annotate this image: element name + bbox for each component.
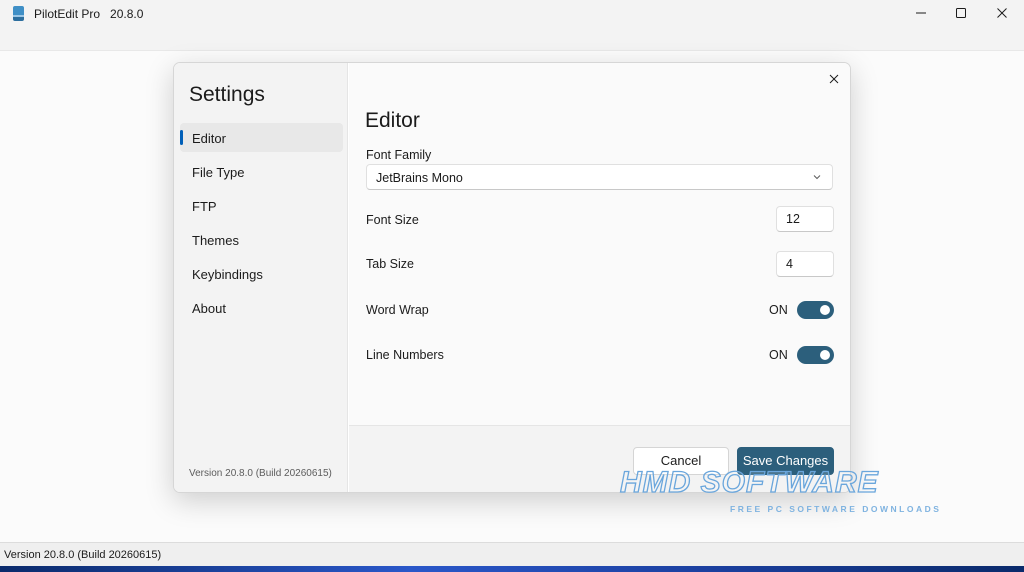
toggle-knob	[820, 305, 830, 315]
settings-content: Editor Font Family JetBrains Mono Font S…	[349, 63, 850, 425]
line-numbers-label: Line Numbers	[366, 348, 444, 362]
section-title: Editor	[365, 109, 420, 132]
app-book-icon	[13, 6, 24, 21]
font-size-input[interactable]	[776, 206, 834, 232]
nav-item-ftp[interactable]: FTP	[180, 191, 343, 220]
nav-item-about[interactable]: About	[180, 293, 343, 322]
nav-item-label: Themes	[192, 233, 239, 248]
title-bar: PilotEdit Pro 20.8.0	[0, 0, 1024, 50]
close-icon	[997, 8, 1007, 18]
settings-version-text: Version 20.8.0 (Build 20260615)	[189, 468, 332, 479]
desktop-wallpaper-strip	[0, 566, 1024, 572]
font-size-label: Font Size	[366, 213, 419, 227]
word-wrap-toggle[interactable]	[797, 301, 834, 319]
toggle-knob	[820, 350, 830, 360]
nav-item-label: Editor	[192, 131, 226, 146]
nav-item-themes[interactable]: Themes	[180, 225, 343, 254]
nav-item-label: About	[192, 301, 226, 316]
window-title: PilotEdit Pro 20.8.0	[34, 7, 144, 21]
word-wrap-state: ON	[769, 303, 788, 317]
font-family-label: Font Family	[366, 148, 432, 162]
nav-item-label: FTP	[192, 199, 217, 214]
line-numbers-toggle[interactable]	[797, 346, 834, 364]
settings-heading: Settings	[189, 83, 265, 106]
watermark-sub-text: FREE PC SOFTWARE DOWNLOADS	[730, 504, 942, 514]
window-close-button[interactable]	[982, 0, 1022, 26]
nav-item-file-type[interactable]: File Type	[180, 157, 343, 186]
font-family-select[interactable]: JetBrains Mono	[366, 164, 833, 190]
line-numbers-state: ON	[769, 348, 788, 362]
status-bar: Version 20.8.0 (Build 20260615)	[0, 542, 1024, 566]
close-icon	[829, 74, 839, 84]
watermark-main-text: HMD SOFTWARE	[619, 465, 879, 499]
settings-sidebar: Settings Editor File Type FTP Themes Key…	[174, 63, 348, 492]
watermark-logo: HMD SOFTWARE FREE PC SOFTWARE DOWNLOADS	[619, 465, 966, 518]
word-wrap-label: Word Wrap	[366, 303, 429, 317]
nav-item-keybindings[interactable]: Keybindings	[180, 259, 343, 288]
font-family-value: JetBrains Mono	[376, 171, 463, 185]
tab-size-input[interactable]	[776, 251, 834, 277]
nav-item-label: File Type	[192, 165, 245, 180]
nav-item-editor[interactable]: Editor	[180, 123, 343, 152]
settings-dialog: Settings Editor File Type FTP Themes Key…	[173, 62, 851, 493]
maximize-icon	[956, 8, 966, 18]
dialog-close-button[interactable]	[824, 69, 844, 89]
tab-size-label: Tab Size	[366, 257, 414, 271]
maximize-button[interactable]	[941, 0, 981, 26]
minimize-button[interactable]	[901, 0, 941, 26]
minimize-icon	[916, 12, 926, 14]
chevron-down-icon	[813, 175, 821, 180]
status-version-text: Version 20.8.0 (Build 20260615)	[4, 549, 162, 561]
nav-item-label: Keybindings	[192, 267, 263, 282]
nav-active-indicator	[180, 130, 183, 145]
